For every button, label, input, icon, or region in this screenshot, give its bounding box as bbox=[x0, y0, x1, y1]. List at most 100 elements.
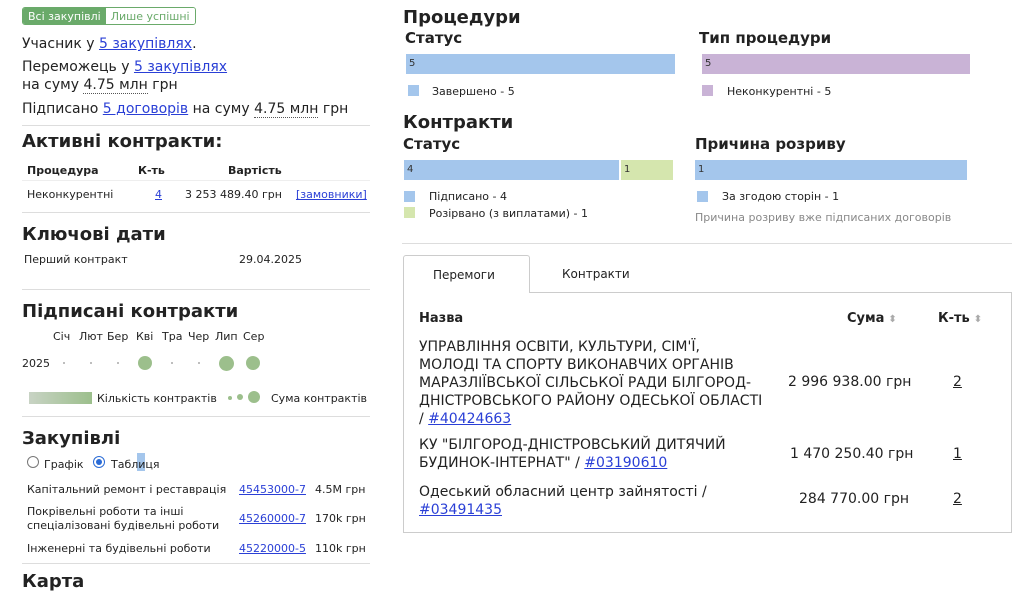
success-only-toggle[interactable]: Лише успішні bbox=[105, 8, 195, 24]
legend-noncompetitive: Неконкурентні - 5 bbox=[727, 85, 832, 98]
sort-icon: ⬍ bbox=[888, 314, 897, 325]
legend-swatch bbox=[404, 191, 415, 202]
first-contract-date: 29.04.2025 bbox=[239, 253, 302, 266]
winner-count-link[interactable]: 2 bbox=[953, 491, 962, 507]
contracts-status-title: Статус bbox=[403, 135, 461, 153]
table-row-name: КУ "БІЛГОРОД-ДНІСТРОВСЬКИЙ ДИТЯЧИЙ БУДИН… bbox=[419, 436, 764, 472]
participant-line: Учасник у 5 закупівлях. bbox=[22, 36, 197, 52]
status-completed-bar[interactable]: 5 bbox=[406, 54, 675, 74]
month-label: Кві bbox=[136, 330, 154, 343]
purchase-name: Покрівельні роботи та інші спеціалізован… bbox=[27, 505, 220, 532]
month-dot[interactable] bbox=[246, 356, 260, 370]
winner-code-link[interactable]: #03190610 bbox=[584, 455, 667, 471]
legend-swatch bbox=[408, 85, 419, 96]
procedures-status-title: Статус bbox=[405, 29, 463, 47]
col-value: Вартість bbox=[228, 164, 282, 177]
purchase-name: Інженерні та будівельні роботи bbox=[27, 542, 211, 555]
divider bbox=[22, 289, 370, 290]
signed-link[interactable]: 5 договорів bbox=[103, 101, 188, 117]
signed-prefix: Підписано bbox=[22, 101, 99, 117]
key-dates-title: Ключові дати bbox=[22, 224, 166, 245]
type-noncompetitive-bar[interactable]: 5 bbox=[702, 54, 970, 74]
radio-graph-label: Графік bbox=[44, 458, 84, 471]
reason-bar[interactable]: 1 bbox=[695, 160, 967, 180]
radio-graph[interactable] bbox=[27, 456, 39, 468]
winner-name: КУ "БІЛГОРОД-ДНІСТРОВСЬКИЙ ДИТЯЧИЙ БУДИН… bbox=[419, 437, 726, 471]
winner-sum: 284 770.00 грн bbox=[799, 491, 910, 507]
legend-dot-small bbox=[228, 396, 232, 400]
participant-prefix: Учасник у bbox=[22, 36, 95, 52]
reason-note: Причина розриву вже підписаних договорів bbox=[695, 211, 952, 224]
active-count-link[interactable]: 4 bbox=[155, 188, 162, 201]
month-dot[interactable] bbox=[138, 356, 152, 370]
month-dot bbox=[63, 362, 65, 364]
col-name[interactable]: Назва bbox=[419, 311, 463, 326]
purchase-value: 170k грн bbox=[315, 512, 366, 525]
col-count[interactable]: К-ть ⬍ bbox=[938, 311, 982, 326]
winner-count-link[interactable]: 2 bbox=[953, 374, 962, 390]
filter-toggle: Всі закупівлі Лише успішні bbox=[22, 7, 196, 25]
winner-amount-line: на суму 4.75 млн грн bbox=[22, 77, 178, 94]
signed-contracts-title: Підписані контракти bbox=[22, 301, 239, 322]
winner-prefix: Переможець у bbox=[22, 59, 130, 75]
winner-amount: 4.75 млн bbox=[83, 77, 148, 94]
month-label: Бер bbox=[107, 330, 129, 343]
col-count-label: К-ть bbox=[938, 311, 970, 326]
tab-wins-label: Перемоги bbox=[433, 268, 495, 282]
right-panel: Процедури Статус 5 Завершено - 5 Тип про… bbox=[392, 0, 1024, 595]
month-dot bbox=[117, 362, 119, 364]
purchase-code-link[interactable]: 45260000-7 bbox=[239, 512, 306, 525]
customers-link[interactable]: [замовники] bbox=[296, 188, 367, 201]
tab-wins[interactable]: Перемоги bbox=[403, 255, 530, 293]
divider bbox=[22, 212, 370, 213]
divider bbox=[402, 243, 1012, 244]
month-dot bbox=[90, 362, 92, 364]
radio-table[interactable] bbox=[93, 456, 105, 468]
participant-link[interactable]: 5 закупівлях bbox=[99, 36, 192, 52]
active-procedure: Неконкурентні bbox=[27, 188, 114, 201]
winner-code-link[interactable]: #40424663 bbox=[428, 411, 511, 427]
month-label: Чер bbox=[188, 330, 210, 343]
table-divider bbox=[22, 180, 370, 181]
legend-reason: За згодою сторін - 1 bbox=[722, 190, 840, 203]
table-row-name: Одеський обласний центр зайнятості / #03… bbox=[419, 483, 764, 519]
signed-line: Підписано 5 договорів на суму 4.75 млн г… bbox=[22, 101, 349, 118]
active-value: 3 253 489.40 грн bbox=[185, 188, 282, 201]
divider bbox=[22, 125, 370, 126]
radio-table-label: Таблиця bbox=[111, 458, 160, 471]
legend-dot-mid bbox=[237, 394, 243, 400]
legend-signed: Підписано - 4 bbox=[429, 190, 507, 203]
contracts-signed-bar[interactable]: 4 bbox=[404, 160, 619, 180]
winner-code-link[interactable]: #03491435 bbox=[419, 502, 502, 518]
signed-currency: грн bbox=[322, 101, 349, 117]
month-label: Січ bbox=[53, 330, 71, 343]
winner-sum: 1 470 250.40 грн bbox=[790, 446, 914, 462]
month-dot bbox=[198, 362, 200, 364]
winner-amount-prefix: на суму bbox=[22, 77, 80, 93]
month-dot bbox=[171, 362, 173, 364]
sort-icon: ⬍ bbox=[973, 314, 983, 325]
col-sum[interactable]: Сума ⬍ bbox=[847, 311, 897, 326]
first-contract-label: Перший контракт bbox=[24, 253, 128, 266]
table-row-name: УПРАВЛІННЯ ОСВІТИ, КУЛЬТУРИ, СІМ'Ї, МОЛО… bbox=[419, 338, 764, 428]
tab-contracts[interactable]: Контракти bbox=[539, 256, 649, 292]
wins-panel: Назва Сума ⬍ К-ть ⬍ УПРАВЛІННЯ ОСВІТИ, КУЛ… bbox=[403, 292, 1012, 533]
all-purchases-toggle[interactable]: Всі закупівлі bbox=[23, 8, 106, 24]
month-label: Тра bbox=[162, 330, 183, 343]
month-dot[interactable] bbox=[219, 356, 234, 371]
winner-link[interactable]: 5 закупівлях bbox=[134, 59, 227, 75]
signed-mid: на суму bbox=[192, 101, 250, 117]
purchase-code-link[interactable]: 45220000-5 bbox=[239, 542, 306, 555]
winner-count-link[interactable]: 1 bbox=[953, 446, 962, 462]
tab-contracts-label: Контракти bbox=[562, 267, 630, 281]
legend-swatch bbox=[697, 191, 708, 202]
procedures-title: Процедури bbox=[403, 7, 521, 28]
legend-swatch bbox=[404, 207, 415, 218]
year-label: 2025 bbox=[22, 357, 50, 370]
month-label: Сер bbox=[243, 330, 265, 343]
winner-currency: грн bbox=[152, 77, 178, 93]
divider bbox=[22, 563, 370, 564]
purchase-code-link[interactable]: 45453000-7 bbox=[239, 483, 306, 496]
contracts-terminated-bar[interactable]: 1 bbox=[621, 160, 673, 180]
divider bbox=[22, 416, 370, 417]
